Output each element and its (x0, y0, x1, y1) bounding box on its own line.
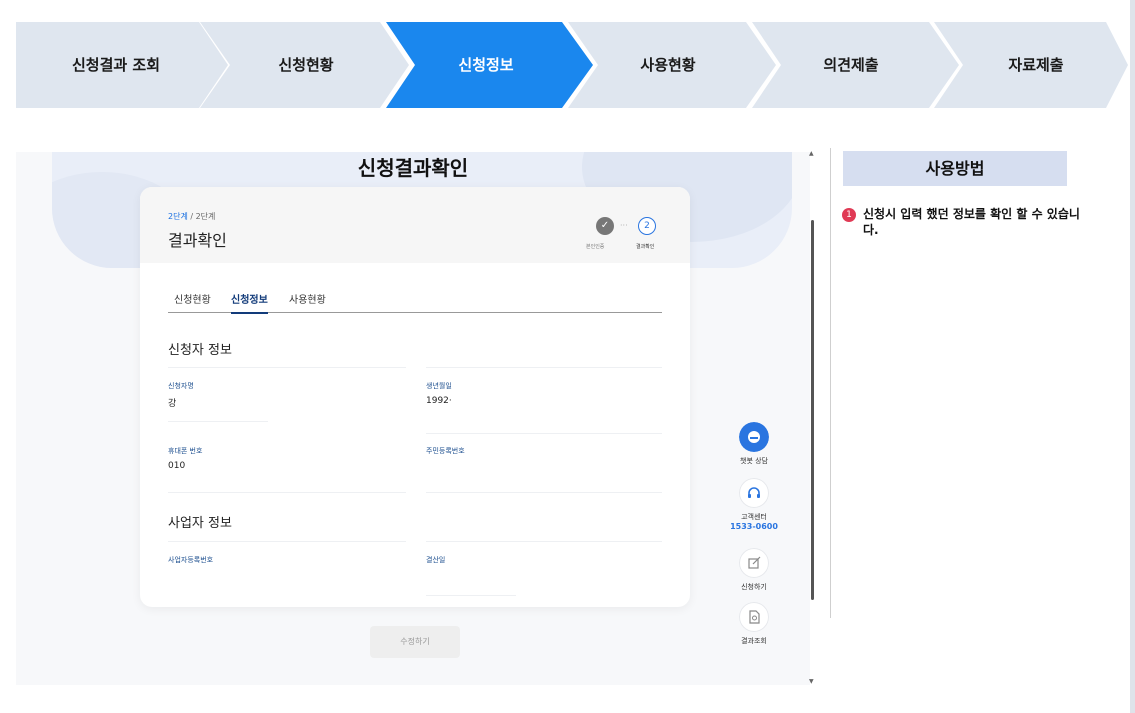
window-edge (1130, 0, 1135, 713)
customer-center-button[interactable]: 고객센터 1533-0600 (728, 478, 780, 531)
step-navigation: 신청결과 조회 신청현황 신청정보 사용현황 의견제출 자료제출 (16, 22, 1128, 108)
scroll-down-arrow-icon[interactable]: ▼ (809, 678, 814, 685)
progress-step-2: 2 (638, 217, 656, 235)
step-current: 2단계 (168, 212, 188, 221)
step-counter: 2단계 / 2단계 (168, 211, 215, 222)
step-5-label[interactable]: 의견제출 (776, 22, 926, 108)
card-header: 2단계 / 2단계 결과확인 ✓ ··· 2 본인인증 결과확인 (140, 187, 690, 263)
customer-center-label: 고객센터 (741, 513, 767, 521)
rrn-label: 주민등록번호 (426, 447, 465, 455)
birthdate-label: 생년월일 (426, 382, 452, 390)
applicant-section-title: 신청자 정보 (168, 343, 232, 358)
business-reg-label: 사업자등록번호 (168, 556, 214, 564)
business-section-title: 사업자 정보 (168, 516, 232, 531)
settlement-label: 결산일 (426, 556, 446, 564)
chatbot-label: 챗봇 상담 (740, 457, 768, 465)
birthdate-value: 1992· (426, 396, 452, 406)
edit-button[interactable]: 수정하기 (370, 626, 460, 658)
step-2-label[interactable]: 신청현황 (226, 22, 386, 108)
step-total: / 2단계 (187, 212, 216, 221)
howto-number-badge: 1 (842, 208, 856, 222)
phone-value: 010 (168, 461, 186, 471)
step-4-label[interactable]: 사용현황 (593, 22, 743, 108)
scrollbar-thumb[interactable] (811, 220, 814, 600)
info-tabs: 신청현황 신청정보 사용현황 (168, 287, 662, 314)
result-lookup-label: 결과조회 (741, 637, 767, 645)
applicant-name-label: 신청자명 (168, 382, 194, 390)
result-lookup-button[interactable]: 결과조회 (728, 602, 780, 646)
apply-label: 신청하기 (741, 583, 767, 591)
phone-label: 휴대폰 번호 (168, 447, 203, 455)
card-title: 결과확인 (168, 231, 227, 250)
step-6-label[interactable]: 자료제출 (961, 22, 1111, 108)
apply-button[interactable]: 신청하기 (728, 548, 780, 592)
howto-text: 신청시 입력 했던 정보를 확인 할 수 있습니다. (863, 207, 1080, 237)
preview-panel: 신청결과확인 2단계 / 2단계 결과확인 ✓ ··· 2 본인인증 결과확인 … (16, 152, 810, 685)
progress-dash: ··· (620, 221, 628, 230)
result-card: 2단계 / 2단계 결과확인 ✓ ··· 2 본인인증 결과확인 신청현황 신청… (140, 187, 690, 607)
check-icon: ✓ (596, 217, 614, 235)
document-search-icon (739, 602, 769, 632)
howto-title: 사용방법 (843, 151, 1067, 186)
progress-step-2-label: 결과확인 (636, 244, 655, 250)
applicant-name-value: 강 (168, 399, 177, 409)
chat-icon (739, 422, 769, 452)
step-1-label[interactable]: 신청결과 조회 (36, 22, 196, 108)
chatbot-button[interactable]: 챗봇 상담 (728, 422, 780, 466)
tab-info[interactable]: 신청정보 (231, 291, 268, 314)
tab-status[interactable]: 신청현황 (174, 291, 211, 306)
tab-usage[interactable]: 사용현황 (289, 291, 326, 306)
customer-center-phone[interactable]: 1533-0600 (728, 522, 780, 531)
headset-icon (739, 478, 769, 508)
progress-step-1-label: 본인인증 (586, 244, 605, 250)
scroll-up-arrow-icon[interactable]: ▲ (809, 150, 814, 157)
edit-icon (739, 548, 769, 578)
panel-divider (830, 148, 831, 618)
step-3-label[interactable]: 신청정보 (411, 22, 561, 108)
page-title: 신청결과확인 (357, 156, 469, 180)
